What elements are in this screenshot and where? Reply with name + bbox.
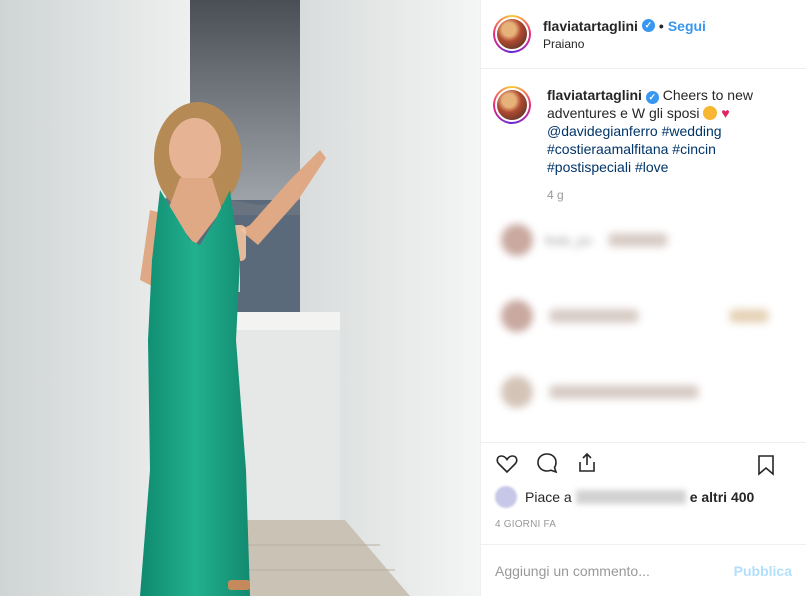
post-photo[interactable] [0, 0, 480, 596]
caption: flaviatartaglini ✓ Cheers to new adventu… [493, 86, 794, 176]
comment-text-blurred [608, 233, 668, 247]
verified-icon: ✓ [645, 91, 659, 104]
commenter-avatar [501, 376, 533, 408]
share-icon[interactable] [575, 451, 599, 475]
red-heart-emoji-icon: ♥ [721, 105, 730, 121]
caption-username[interactable]: flaviatartaglini [547, 87, 642, 103]
follow-button[interactable]: Segui [668, 18, 706, 34]
likes-prefix: Piace a [525, 489, 572, 505]
verified-icon: ✓ [641, 19, 655, 32]
comment-input[interactable] [495, 562, 734, 579]
heart-icon[interactable] [495, 451, 519, 475]
likes-count-link[interactable]: e altri 400 [690, 489, 755, 505]
liker-avatar [495, 486, 517, 508]
hashtag-link[interactable]: #postispeciali [547, 159, 631, 175]
commenter-username: fede_po [545, 232, 592, 248]
comment-row [493, 372, 794, 412]
add-comment-bar: Pubblica [481, 544, 806, 596]
commenter-avatar [501, 224, 533, 256]
photo-image [0, 0, 480, 596]
mention-link[interactable]: @davidegianferro [547, 123, 658, 139]
caption-avatar[interactable] [493, 86, 531, 124]
post-header: flaviatartaglini ✓ • Segui Praiano [481, 0, 806, 69]
hashtag-link[interactable]: #cincin [672, 141, 716, 157]
comment-row: fede_po [493, 220, 794, 260]
action-bar [481, 442, 806, 482]
instagram-post: flaviatartaglini ✓ • Segui Praiano flavi… [0, 0, 806, 596]
comment-icon[interactable] [535, 451, 559, 475]
location-link[interactable]: Praiano [543, 37, 706, 51]
heart-eyes-emoji-icon [703, 106, 718, 120]
hashtag-link[interactable]: #costieraamalfitana [547, 141, 668, 157]
post-sidebar: flaviatartaglini ✓ • Segui Praiano flavi… [480, 0, 806, 596]
comment-row [493, 296, 794, 336]
publish-button[interactable]: Pubblica [734, 563, 792, 579]
author-avatar[interactable] [493, 15, 531, 53]
comments-area[interactable]: flaviatartaglini ✓ Cheers to new adventu… [481, 70, 806, 442]
hashtag-link[interactable]: #wedding [662, 123, 722, 139]
author-username[interactable]: flaviatartaglini [543, 18, 638, 34]
liker-name-blurred[interactable] [575, 490, 686, 504]
likes-summary: Piace a e altri 400 [495, 486, 754, 508]
post-date[interactable]: 4 GIORNI FA [495, 519, 556, 530]
bookmark-icon[interactable] [754, 453, 778, 477]
separator-dot: • [658, 17, 664, 34]
hashtag-link[interactable]: #love [635, 159, 668, 175]
caption-time: 4 g [547, 188, 564, 202]
commenter-avatar [501, 300, 533, 332]
caption-text: flaviatartaglini ✓ Cheers to new adventu… [547, 86, 777, 176]
